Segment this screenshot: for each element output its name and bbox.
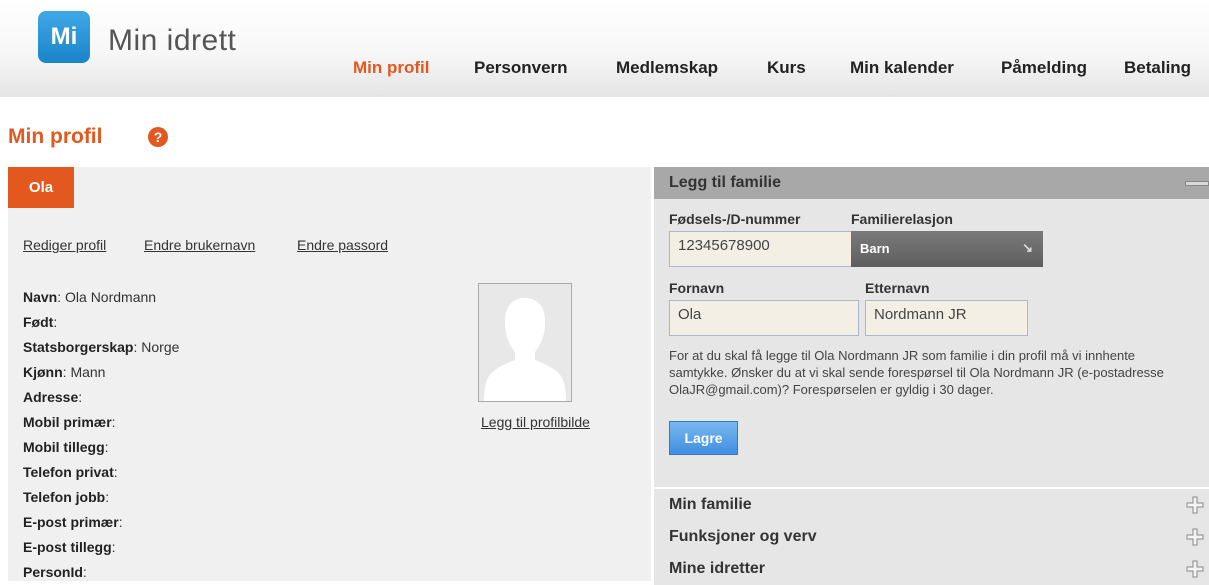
my-family-title: Min familie xyxy=(669,496,752,513)
save-button[interactable]: Lagre xyxy=(669,421,738,455)
consent-text: For at du skal få legge til Ola Nordmann… xyxy=(669,348,1164,397)
change-password-link[interactable]: Endre passord xyxy=(297,237,388,253)
firstname-label: Fornavn xyxy=(669,280,725,296)
field-fodt: Født: xyxy=(23,314,58,330)
my-sports-title: Mine idretter xyxy=(669,560,766,577)
nav-betaling[interactable]: Betaling xyxy=(1124,58,1191,78)
add-family-title: Legg til familie xyxy=(669,174,782,191)
collapse-icon[interactable] xyxy=(1185,181,1209,186)
expand-plus-icon[interactable] xyxy=(1186,560,1204,578)
relation-label: Familierelasjon xyxy=(851,211,953,227)
top-header: Mi Min idrett Min profil Personvern Medl… xyxy=(0,0,1209,97)
relation-select[interactable]: Barn ↘ xyxy=(851,231,1043,267)
nav-kurs[interactable]: Kurs xyxy=(767,58,806,78)
nav-pamelding[interactable]: Påmelding xyxy=(1001,58,1087,78)
field-personid: PersonId: xyxy=(23,564,87,580)
roles-title: Funksjoner og verv xyxy=(669,528,817,545)
my-family-header[interactable]: Min familie xyxy=(654,489,1209,521)
id-number-input[interactable]: 12345678900 xyxy=(669,231,859,267)
page-title: Min profil xyxy=(8,125,103,148)
firstname-input[interactable]: Ola xyxy=(669,300,859,336)
profile-panel: Ola Rediger profil Endre brukernavn Endr… xyxy=(8,167,651,581)
field-telefon-jobb: Telefon jobb: xyxy=(23,489,110,505)
add-profile-photo-link[interactable]: Legg til profilbilde xyxy=(481,414,590,430)
lastname-input[interactable]: Nordmann JR xyxy=(865,300,1028,336)
nav-personvern[interactable]: Personvern xyxy=(474,58,568,78)
person-silhouette-icon xyxy=(479,284,571,401)
add-family-header[interactable]: Legg til familie xyxy=(654,167,1209,199)
nav-min-profil[interactable]: Min profil xyxy=(353,58,429,78)
nav-min-kalender[interactable]: Min kalender xyxy=(850,58,954,78)
field-mobil-tillegg: Mobil tillegg: xyxy=(23,439,109,455)
expand-plus-icon[interactable] xyxy=(1186,528,1204,546)
relation-select-value: Barn xyxy=(860,241,890,256)
add-family-form: Fødsels-/D-nummer Familierelasjon 123456… xyxy=(654,199,1209,487)
logo-text: Min idrett xyxy=(108,24,237,57)
my-sports-header[interactable]: Mine idretter xyxy=(654,553,1209,585)
avatar-placeholder xyxy=(478,283,572,402)
lastname-label: Etternavn xyxy=(865,280,930,296)
field-epost-tillegg: E-post tillegg: xyxy=(23,539,116,555)
id-number-label: Fødsels-/D-nummer xyxy=(669,211,801,227)
edit-profile-link[interactable]: Rediger profil xyxy=(23,237,106,253)
field-epost-primaer: E-post primær: xyxy=(23,514,123,530)
family-accordion: Legg til familie Fødsels-/D-nummer Famil… xyxy=(654,167,1209,585)
field-telefon-privat: Telefon privat: xyxy=(23,464,118,480)
min-idrett-logo[interactable]: Mi xyxy=(38,11,90,63)
field-mobil-primaer: Mobil primær: xyxy=(23,414,116,430)
dropdown-arrow-icon: ↘ xyxy=(1022,240,1033,255)
nav-medlemskap[interactable]: Medlemskap xyxy=(616,58,718,78)
field-kjonn: Kjønn: Mann xyxy=(23,364,106,380)
expand-plus-icon[interactable] xyxy=(1186,496,1204,514)
question-icon[interactable]: ? xyxy=(148,127,168,147)
field-navn: Navn: Ola Nordmann xyxy=(23,289,157,305)
roles-header[interactable]: Funksjoner og verv xyxy=(654,521,1209,553)
profile-name-tab[interactable]: Ola xyxy=(8,167,74,208)
logo-mark: Mi xyxy=(50,23,78,50)
field-adresse: Adresse: xyxy=(23,389,83,405)
change-username-link[interactable]: Endre brukernavn xyxy=(144,237,255,253)
field-statsborgerskap: Statsborgerskap: Norge xyxy=(23,339,180,355)
